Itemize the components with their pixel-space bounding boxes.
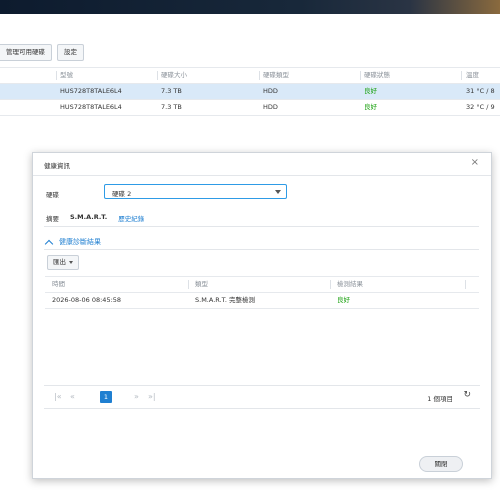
pagination-bar: |« « 1 » »| 1 個項目 ↻ <box>44 385 480 409</box>
close-icon[interactable]: × <box>471 157 479 168</box>
first-page-icon[interactable]: |« <box>54 392 62 401</box>
export-button[interactable]: 匯出 <box>47 255 79 270</box>
column-header-result[interactable]: 檢測結果 <box>337 277 363 292</box>
next-page-icon[interactable]: » <box>134 392 139 401</box>
health-info-dialog: 健康資訊 × 硬碟 硬碟 2 摘要 S.M.A.R.T. 歷史紀錄 健康診斷結果… <box>32 152 492 479</box>
tab-smart[interactable]: S.M.A.R.T. <box>70 213 107 223</box>
drive-temperature: 32 °C / 9 <box>466 103 495 111</box>
disk-select-value: 硬碟 2 <box>112 190 132 198</box>
disk-select[interactable]: 硬碟 2 <box>104 184 287 199</box>
tab-history[interactable]: 歷史紀錄 <box>118 213 144 223</box>
table-header: 型號 硬碟大小 硬碟類型 硬碟狀態 溫度 <box>0 67 500 84</box>
drive-model: HUS728T8TALE6L4 <box>60 87 122 95</box>
disk-label: 硬碟 <box>46 191 59 199</box>
dialog-title: 健康資訊 <box>44 162 70 170</box>
column-divider[interactable] <box>56 71 57 80</box>
item-count: 1 個項目 <box>427 395 453 403</box>
test-type: S.M.A.R.T. 完整檢測 <box>195 296 255 304</box>
table-row[interactable]: 2026-08-06 08:45:58 S.M.A.R.T. 完整檢測 良好 <box>45 293 479 309</box>
test-result: 良好 <box>337 296 350 304</box>
column-header-temperature[interactable]: 溫度 <box>466 68 479 83</box>
divider <box>44 226 479 227</box>
column-header-type[interactable]: 硬碟類型 <box>263 68 289 83</box>
tab-summary[interactable]: 摘要 <box>46 213 59 223</box>
column-divider[interactable] <box>360 71 361 80</box>
drive-model: HUS728T8TALE6L4 <box>60 103 122 111</box>
drive-type: HDD <box>263 87 278 95</box>
section-title: 健康診斷結果 <box>59 238 101 246</box>
drive-table: 型號 硬碟大小 硬碟類型 硬碟狀態 溫度 HUS728T8TALE6L4 7.3… <box>0 67 500 116</box>
column-header-time[interactable]: 時間 <box>52 277 65 292</box>
tab-bar: 摘要 S.M.A.R.T. 歷史紀錄 <box>46 213 155 223</box>
refresh-icon[interactable]: ↻ <box>463 390 471 400</box>
bg-toolbar: 管理可用硬碟 設定 <box>0 44 89 61</box>
column-divider[interactable] <box>157 71 158 80</box>
current-page[interactable]: 1 <box>100 391 112 403</box>
column-header-status[interactable]: 硬碟狀態 <box>364 68 390 83</box>
column-divider[interactable] <box>188 280 189 289</box>
column-divider[interactable] <box>465 280 466 289</box>
table-row[interactable]: HUS728T8TALE6L4 7.3 TB HDD 良好 32 °C / 9 <box>0 100 500 116</box>
column-divider[interactable] <box>259 71 260 80</box>
settings-button[interactable]: 設定 <box>57 44 84 61</box>
prev-page-icon[interactable]: « <box>70 392 75 401</box>
table-header: 時間 類型 檢測結果 <box>45 276 479 293</box>
caret-down-icon <box>69 260 73 264</box>
column-header-type[interactable]: 類型 <box>195 277 208 292</box>
export-label: 匯出 <box>53 258 66 266</box>
drive-status: 良好 <box>364 103 377 111</box>
section-header[interactable]: 健康診斷結果 <box>44 237 101 248</box>
chevron-down-icon <box>275 190 281 194</box>
drive-size: 7.3 TB <box>161 87 182 95</box>
divider <box>44 249 479 250</box>
column-header-model[interactable]: 型號 <box>60 68 73 83</box>
drive-type: HDD <box>263 103 278 111</box>
last-page-icon[interactable]: »| <box>148 392 156 401</box>
close-button[interactable]: 關閉 <box>419 456 463 472</box>
column-divider[interactable] <box>461 71 462 80</box>
chevron-up-icon <box>44 239 54 248</box>
table-row[interactable]: HUS728T8TALE6L4 7.3 TB HDD 良好 31 °C / 8 <box>0 84 500 100</box>
drive-size: 7.3 TB <box>161 103 182 111</box>
desktop-top-banner <box>0 0 500 14</box>
divider <box>33 175 491 176</box>
drive-temperature: 31 °C / 8 <box>466 87 495 95</box>
column-header-size[interactable]: 硬碟大小 <box>161 68 187 83</box>
drive-status: 良好 <box>364 87 377 95</box>
history-table: 時間 類型 檢測結果 2026-08-06 08:45:58 S.M.A.R.T… <box>45 276 479 309</box>
test-time: 2026-08-06 08:45:58 <box>52 296 122 304</box>
column-divider[interactable] <box>330 280 331 289</box>
manage-available-drives-button[interactable]: 管理可用硬碟 <box>0 44 52 61</box>
